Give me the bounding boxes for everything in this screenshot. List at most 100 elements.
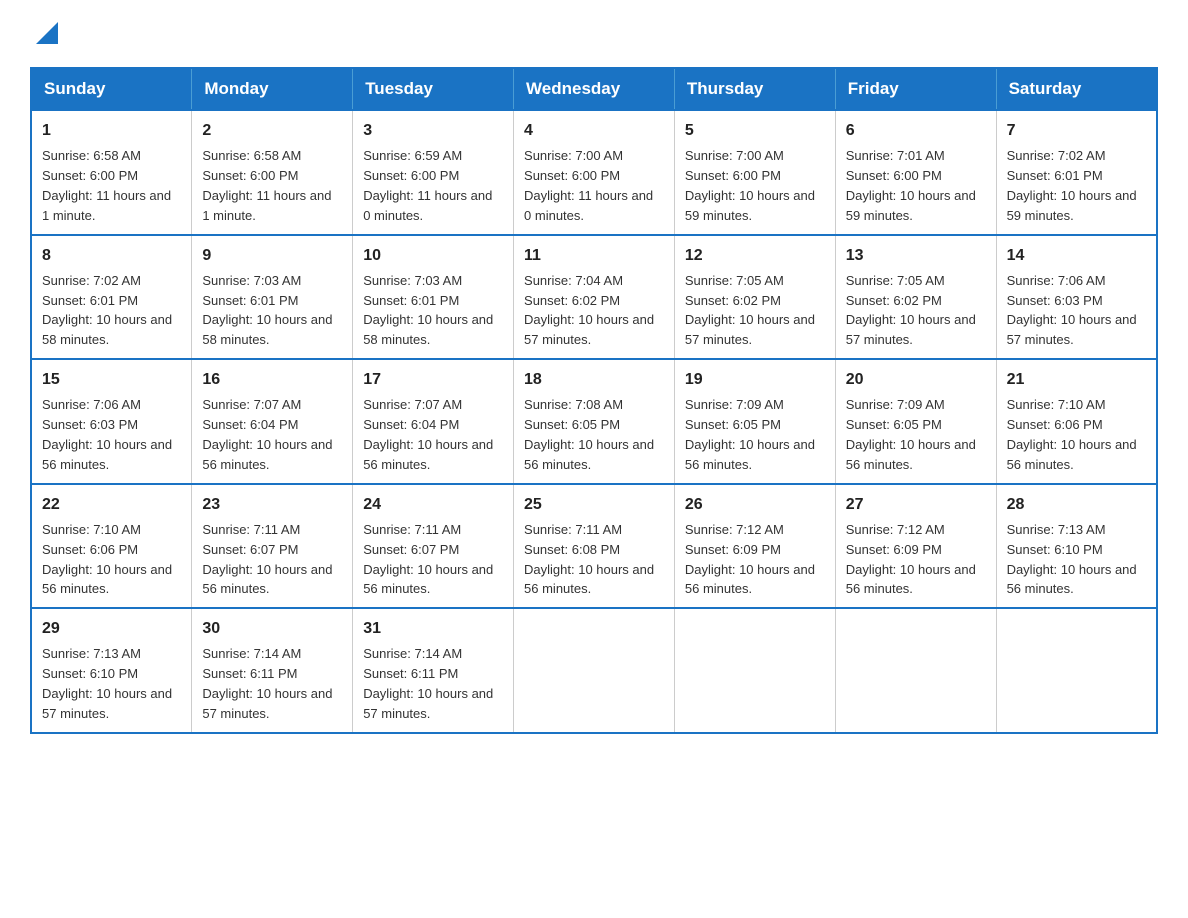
- day-number: 23: [202, 493, 342, 516]
- day-daylight: Daylight: 10 hours and 56 minutes.: [846, 562, 976, 597]
- day-sunset: Sunset: 6:07 PM: [363, 542, 459, 557]
- day-daylight: Daylight: 11 hours and 1 minute.: [202, 188, 331, 223]
- day-number: 22: [42, 493, 181, 516]
- day-daylight: Daylight: 10 hours and 56 minutes.: [202, 437, 332, 472]
- day-daylight: Daylight: 11 hours and 1 minute.: [42, 188, 171, 223]
- day-sunset: Sunset: 6:06 PM: [42, 542, 138, 557]
- day-sunset: Sunset: 6:01 PM: [42, 293, 138, 308]
- day-daylight: Daylight: 10 hours and 58 minutes.: [363, 312, 493, 347]
- day-number: 3: [363, 119, 503, 142]
- day-number: 5: [685, 119, 825, 142]
- day-number: 20: [846, 368, 986, 391]
- day-sunset: Sunset: 6:00 PM: [202, 168, 298, 183]
- calendar-day-8: 8 Sunrise: 7:02 AM Sunset: 6:01 PM Daylight…: [31, 235, 192, 360]
- day-sunrise: Sunrise: 7:02 AM: [1007, 148, 1106, 163]
- day-sunset: Sunset: 6:10 PM: [1007, 542, 1103, 557]
- day-number: 7: [1007, 119, 1146, 142]
- day-sunrise: Sunrise: 7:03 AM: [363, 273, 462, 288]
- day-sunrise: Sunrise: 7:08 AM: [524, 397, 623, 412]
- day-daylight: Daylight: 10 hours and 56 minutes.: [42, 437, 172, 472]
- day-number: 27: [846, 493, 986, 516]
- calendar-header-row: SundayMondayTuesdayWednesdayThursdayFrid…: [31, 68, 1157, 110]
- day-number: 4: [524, 119, 664, 142]
- day-sunrise: Sunrise: 7:03 AM: [202, 273, 301, 288]
- day-number: 2: [202, 119, 342, 142]
- day-sunrise: Sunrise: 7:06 AM: [1007, 273, 1106, 288]
- day-sunset: Sunset: 6:02 PM: [524, 293, 620, 308]
- header-wednesday: Wednesday: [514, 68, 675, 110]
- day-daylight: Daylight: 10 hours and 59 minutes.: [685, 188, 815, 223]
- day-daylight: Daylight: 10 hours and 56 minutes.: [685, 437, 815, 472]
- day-sunrise: Sunrise: 7:11 AM: [363, 522, 461, 537]
- day-number: 19: [685, 368, 825, 391]
- day-sunrise: Sunrise: 6:58 AM: [42, 148, 141, 163]
- day-sunrise: Sunrise: 7:10 AM: [1007, 397, 1106, 412]
- day-daylight: Daylight: 10 hours and 57 minutes.: [363, 686, 493, 721]
- day-number: 8: [42, 244, 181, 267]
- day-sunset: Sunset: 6:03 PM: [1007, 293, 1103, 308]
- day-daylight: Daylight: 11 hours and 0 minutes.: [524, 188, 653, 223]
- day-number: 11: [524, 244, 664, 267]
- day-daylight: Daylight: 10 hours and 56 minutes.: [42, 562, 172, 597]
- calendar-empty-cell: [674, 608, 835, 733]
- day-sunrise: Sunrise: 7:12 AM: [846, 522, 945, 537]
- day-number: 28: [1007, 493, 1146, 516]
- calendar-day-14: 14Sunrise: 7:06 AMSunset: 6:03 PMDayligh…: [996, 235, 1157, 360]
- day-sunset: Sunset: 6:09 PM: [685, 542, 781, 557]
- day-sunrise: Sunrise: 6:59 AM: [363, 148, 462, 163]
- calendar-day-26: 26Sunrise: 7:12 AMSunset: 6:09 PMDayligh…: [674, 484, 835, 609]
- calendar-day-11: 11Sunrise: 7:04 AMSunset: 6:02 PMDayligh…: [514, 235, 675, 360]
- calendar-day-9: 9Sunrise: 7:03 AMSunset: 6:01 PMDaylight…: [192, 235, 353, 360]
- day-sunset: Sunset: 6:00 PM: [685, 168, 781, 183]
- calendar-week-row: 8 Sunrise: 7:02 AM Sunset: 6:01 PM Daylight…: [31, 235, 1157, 360]
- calendar-day-19: 19Sunrise: 7:09 AMSunset: 6:05 PMDayligh…: [674, 359, 835, 484]
- day-daylight: Daylight: 10 hours and 58 minutes.: [42, 312, 172, 347]
- day-sunrise: Sunrise: 7:00 AM: [524, 148, 623, 163]
- day-number: 15: [42, 368, 181, 391]
- day-daylight: Daylight: 10 hours and 57 minutes.: [42, 686, 172, 721]
- calendar-day-1: 1Sunrise: 6:58 AMSunset: 6:00 PMDaylight…: [31, 110, 192, 235]
- day-sunrise: Sunrise: 7:02 AM: [42, 273, 141, 288]
- calendar-empty-cell: [514, 608, 675, 733]
- day-daylight: Daylight: 10 hours and 56 minutes.: [202, 562, 332, 597]
- day-sunrise: Sunrise: 7:12 AM: [685, 522, 784, 537]
- calendar-week-row: 1Sunrise: 6:58 AMSunset: 6:00 PMDaylight…: [31, 110, 1157, 235]
- day-number: 6: [846, 119, 986, 142]
- page-header: [30, 20, 1158, 49]
- day-daylight: Daylight: 10 hours and 56 minutes.: [363, 562, 493, 597]
- calendar-week-row: 29Sunrise: 7:13 AMSunset: 6:10 PMDayligh…: [31, 608, 1157, 733]
- day-sunset: Sunset: 6:00 PM: [363, 168, 459, 183]
- day-sunset: Sunset: 6:00 PM: [846, 168, 942, 183]
- day-sunset: Sunset: 6:04 PM: [363, 417, 459, 432]
- header-monday: Monday: [192, 68, 353, 110]
- calendar-week-row: 15Sunrise: 7:06 AMSunset: 6:03 PMDayligh…: [31, 359, 1157, 484]
- calendar-day-7: 7Sunrise: 7:02 AMSunset: 6:01 PMDaylight…: [996, 110, 1157, 235]
- calendar-day-6: 6Sunrise: 7:01 AMSunset: 6:00 PMDaylight…: [835, 110, 996, 235]
- day-sunrise: Sunrise: 6:58 AM: [202, 148, 301, 163]
- day-number: 21: [1007, 368, 1146, 391]
- day-sunrise: Sunrise: 7:04 AM: [524, 273, 623, 288]
- day-number: 31: [363, 617, 503, 640]
- day-sunrise: Sunrise: 7:11 AM: [524, 522, 622, 537]
- day-number: 17: [363, 368, 503, 391]
- day-sunrise: Sunrise: 7:05 AM: [846, 273, 945, 288]
- day-sunrise: Sunrise: 7:13 AM: [1007, 522, 1106, 537]
- header-friday: Friday: [835, 68, 996, 110]
- calendar-day-30: 30Sunrise: 7:14 AMSunset: 6:11 PMDayligh…: [192, 608, 353, 733]
- day-daylight: Daylight: 10 hours and 56 minutes.: [1007, 437, 1137, 472]
- day-number: 26: [685, 493, 825, 516]
- header-saturday: Saturday: [996, 68, 1157, 110]
- day-sunrise: Sunrise: 7:11 AM: [202, 522, 300, 537]
- day-sunrise: Sunrise: 7:13 AM: [42, 646, 141, 661]
- day-sunset: Sunset: 6:02 PM: [685, 293, 781, 308]
- day-daylight: Daylight: 10 hours and 58 minutes.: [202, 312, 332, 347]
- header-tuesday: Tuesday: [353, 68, 514, 110]
- day-number: 12: [685, 244, 825, 267]
- calendar-day-13: 13Sunrise: 7:05 AMSunset: 6:02 PMDayligh…: [835, 235, 996, 360]
- day-sunrise: Sunrise: 7:09 AM: [685, 397, 784, 412]
- day-daylight: Daylight: 10 hours and 56 minutes.: [524, 437, 654, 472]
- day-sunrise: Sunrise: 7:06 AM: [42, 397, 141, 412]
- calendar-day-25: 25Sunrise: 7:11 AMSunset: 6:08 PMDayligh…: [514, 484, 675, 609]
- day-daylight: Daylight: 10 hours and 57 minutes.: [685, 312, 815, 347]
- calendar-table: SundayMondayTuesdayWednesdayThursdayFrid…: [30, 67, 1158, 734]
